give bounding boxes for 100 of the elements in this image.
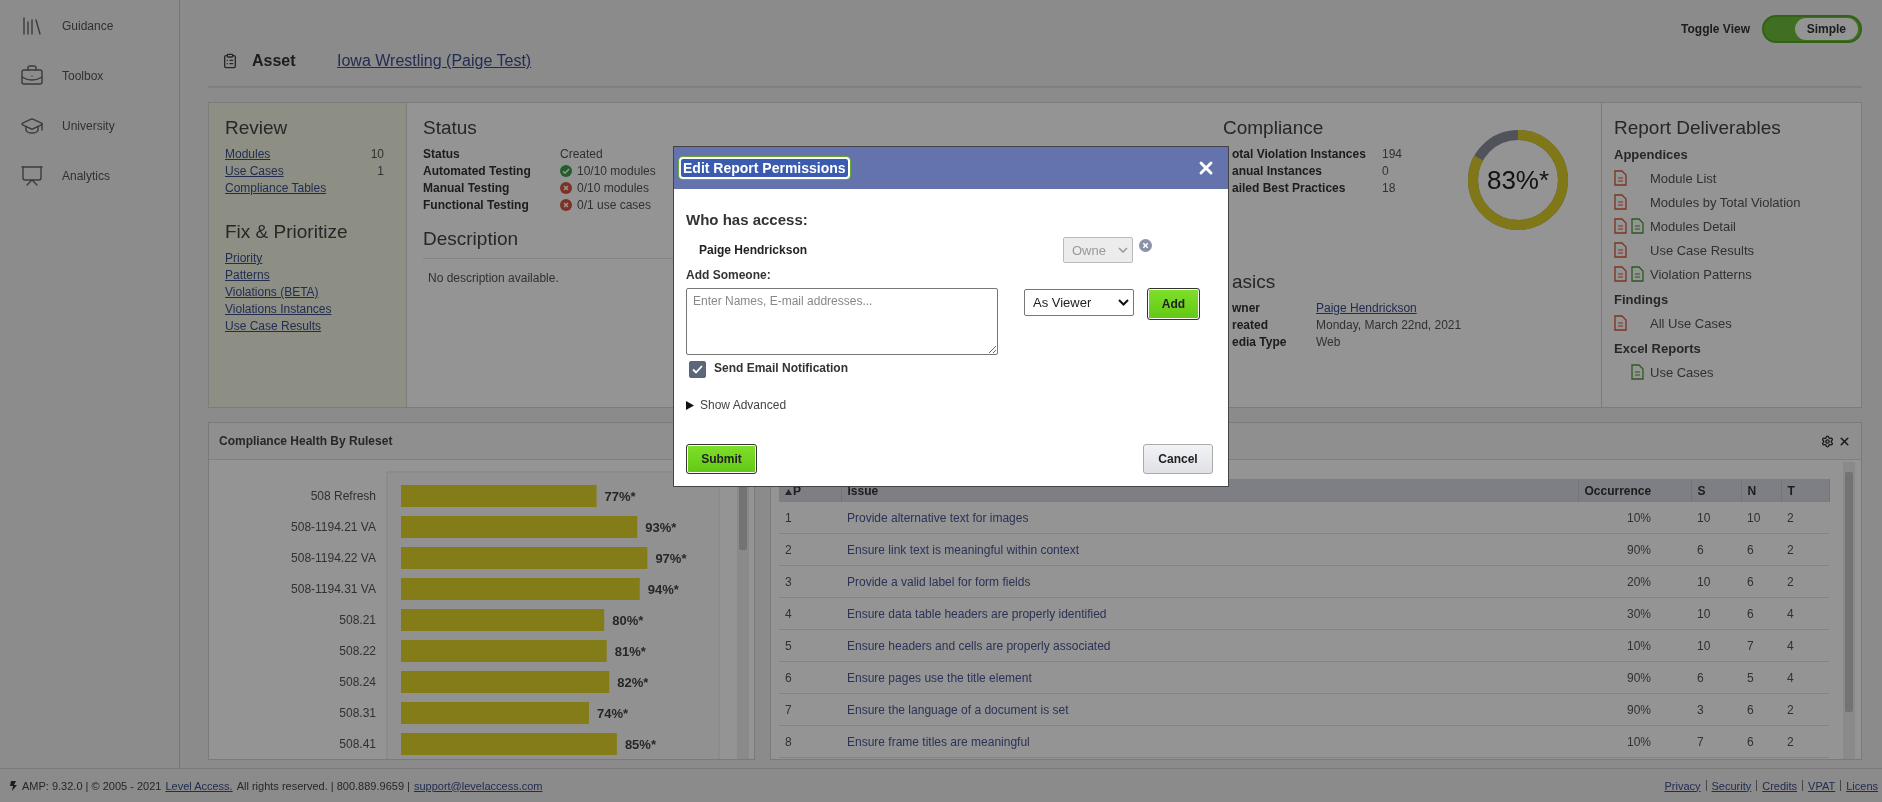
review-link[interactable]: Use Cases [225,164,284,178]
issue-link[interactable]: Ensure frame titles are meaningful [847,734,1030,749]
document-icon[interactable] [1614,170,1627,186]
spreadsheet-icon[interactable] [1631,266,1644,282]
deliverable-row[interactable]: Use Case Results [1614,238,1845,262]
deliverable-row[interactable]: Module List [1614,166,1845,190]
bar-label: 508-1194.31 VA [291,582,376,596]
submit-button[interactable]: Submit [686,444,757,474]
email-link[interactable]: support@levelaccess.com [413,779,543,792]
bar-label: 508.41 [339,737,376,751]
scrollbar[interactable] [1843,462,1855,759]
owner-link[interactable]: Paige Hendrickson [1316,301,1585,315]
table-cell: 2 [1781,502,1829,534]
table-cell: 90% [1578,661,1691,694]
bar-label: 508.21 [339,613,376,627]
company-link[interactable]: Level Access. [165,779,233,792]
viewer-select[interactable]: As Viewer [1024,289,1134,316]
clipboard-icon [222,53,238,69]
prioritize-link[interactable]: Violations Instances [225,302,332,316]
notify-label: Send Email Notification [714,360,848,375]
compliance-value: 0 [1382,164,1390,178]
section-heading: Compliance [1223,117,1324,139]
issue-link[interactable]: Ensure pages use the title element [847,670,1032,685]
advanced-toggle[interactable]: Show Advanced [686,398,1216,412]
asset-link[interactable]: Iowa Wrestling (Paige Test) [337,52,532,70]
column-header[interactable]: T [1781,479,1829,502]
deliverable-row[interactable]: Modules Detail [1614,214,1845,238]
triangle-icon [686,400,694,410]
spreadsheet-icon[interactable] [1631,364,1644,380]
section-heading: asics [1232,271,1276,293]
basics-label: edia Type [1232,335,1288,349]
table-cell: 6 [1741,725,1781,758]
footer-link[interactable]: Licens [1846,779,1878,792]
logo-icon [10,780,18,791]
document-icon[interactable] [1614,242,1627,258]
status-label: Functional Testing [423,198,530,212]
remove-icon[interactable] [1139,238,1152,252]
table-cell: 3 [779,565,841,598]
column-header[interactable]: N [1741,479,1781,502]
document-icon[interactable] [1614,194,1627,210]
prioritize-link[interactable]: Violations (BETA) [225,285,319,299]
deliverable-name: Modules by Total Violation [1650,194,1801,210]
footer-link[interactable]: Security [1711,779,1752,792]
document-icon[interactable] [1614,315,1627,331]
prioritize-link[interactable]: Use Case Results [225,319,322,333]
status-label: Status [423,147,461,161]
deliverable-row[interactable]: All Use Cases [1614,311,1845,335]
prioritize-link[interactable]: Priority [225,251,263,265]
document-icon[interactable] [1614,266,1627,282]
briefcase-icon [20,64,44,88]
settings-icon[interactable] [1821,434,1834,448]
check-icon [692,365,703,374]
column-header[interactable]: S [1691,479,1741,502]
sidebar-item[interactable]: Guidance [0,14,179,38]
deliverable-name: Use Cases [1650,364,1714,380]
deliverable-name: Use Case Results [1650,242,1755,258]
deliverable-row[interactable]: Modules by Total Violation [1614,190,1845,214]
view-toggle[interactable]: Simple [1762,15,1862,43]
issue-link[interactable]: Ensure data table headers are properly identified [847,606,1107,621]
bar-value: 80%* [612,613,644,628]
sidebar-item[interactable]: Analytics [0,164,179,188]
sidebar-item[interactable]: University [0,114,179,138]
sort-arrow-icon [785,488,792,495]
cancel-button[interactable]: Cancel [1143,444,1213,474]
table-cell: 4 [779,597,841,630]
issue-link[interactable]: Provide a valid label for form fields [847,574,1031,589]
panel-title: Compliance Health By Ruleset [219,434,393,448]
bar-value: 93%* [645,520,677,535]
sidebar-item[interactable]: Toolbox [0,64,179,88]
count: 10 [370,147,384,161]
issue-link[interactable]: Ensure headers and cells are properly associated [847,638,1111,653]
footer-link[interactable]: Privacy [1664,779,1701,792]
footer-link[interactable]: Credits [1762,779,1798,792]
deliverable-row[interactable]: Use Cases [1614,360,1845,384]
column-header[interactable]: Occurrence [1578,479,1691,502]
issue-link[interactable]: Ensure the language of a document is set [847,702,1069,717]
check-circle-icon [560,165,572,177]
table-cell: 3 [1691,693,1741,726]
section-heading: Review [225,117,288,139]
table-cell: 6 [1741,693,1781,726]
review-link[interactable]: Modules [225,147,271,161]
deliverable-row[interactable]: Violation Patterns [1614,262,1845,286]
notify-checkbox[interactable] [689,361,706,378]
gauge-value: 83%* [1485,165,1551,196]
table-cell: 7 [779,693,841,726]
spreadsheet-icon[interactable] [1631,218,1644,234]
table-cell: 2 [1781,693,1829,726]
names-input[interactable]: Enter Names, E-mail addresses... [686,288,998,355]
issue-link[interactable]: Provide alternative text for images [847,510,1029,525]
footer-link[interactable]: VPAT [1808,779,1836,792]
close-icon[interactable] [1838,434,1851,448]
issue-link[interactable]: Ensure link text is meaningful within context [847,542,1080,557]
document-icon[interactable] [1614,218,1627,234]
bar-label: 508.22 [339,644,376,658]
table-cell: 6 [1691,661,1741,694]
prioritize-link[interactable]: Patterns [225,268,270,282]
table-cell: 6 [1741,597,1781,630]
review-link[interactable]: Compliance Tables [225,181,327,195]
x-circle-icon [560,182,572,194]
add-button[interactable]: Add [1147,288,1200,320]
